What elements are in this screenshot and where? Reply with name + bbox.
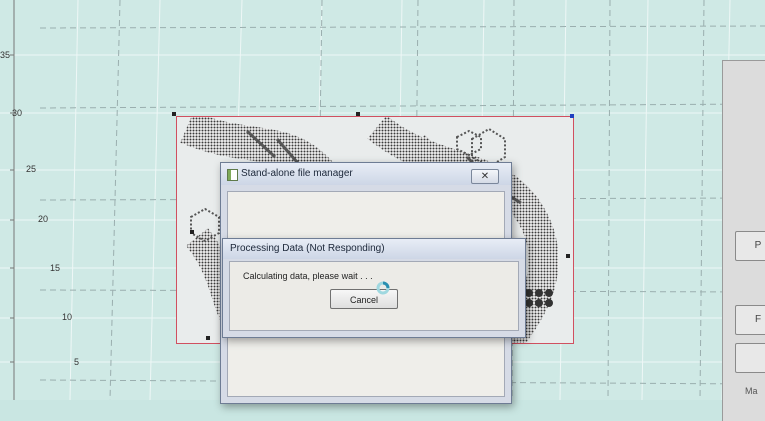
side-panel-button[interactable]: F xyxy=(735,305,765,335)
y-tick-label: 5 xyxy=(74,357,80,367)
selection-handle[interactable] xyxy=(206,336,210,340)
processing-dialog-title-bar[interactable]: Processing Data (Not Responding) xyxy=(223,239,525,259)
right-side-panel: P F Ma xyxy=(722,60,765,421)
side-panel-button[interactable] xyxy=(735,343,765,373)
y-tick-label: 35 xyxy=(0,50,11,60)
selection-handle[interactable] xyxy=(190,230,194,234)
processing-message: Calculating data, please wait . . . xyxy=(243,271,373,281)
selection-handle[interactable] xyxy=(566,254,570,258)
side-panel-button[interactable]: P xyxy=(735,231,765,261)
y-tick-label: 20 xyxy=(38,214,49,224)
processing-dialog: Processing Data (Not Responding) xyxy=(222,238,526,338)
y-tick-label: 25 xyxy=(26,164,37,174)
y-tick-label: 15 xyxy=(50,263,61,273)
y-tick-label: 30 xyxy=(12,108,23,118)
file-manager-title: Stand-alone file manager xyxy=(241,168,353,179)
window-app-icon xyxy=(227,169,238,181)
selection-handle[interactable] xyxy=(570,114,574,118)
close-icon[interactable]: ✕ xyxy=(471,169,499,184)
y-tick-label: 10 xyxy=(62,312,73,322)
busy-spinner-icon xyxy=(376,281,390,295)
side-panel-label: Ma xyxy=(745,386,758,396)
selection-handle[interactable] xyxy=(172,112,176,116)
selection-handle[interactable] xyxy=(356,112,360,116)
processing-dialog-title: Processing Data (Not Responding) xyxy=(230,243,385,254)
file-manager-title-bar[interactable]: Stand-alone file manager ✕ xyxy=(221,163,511,185)
